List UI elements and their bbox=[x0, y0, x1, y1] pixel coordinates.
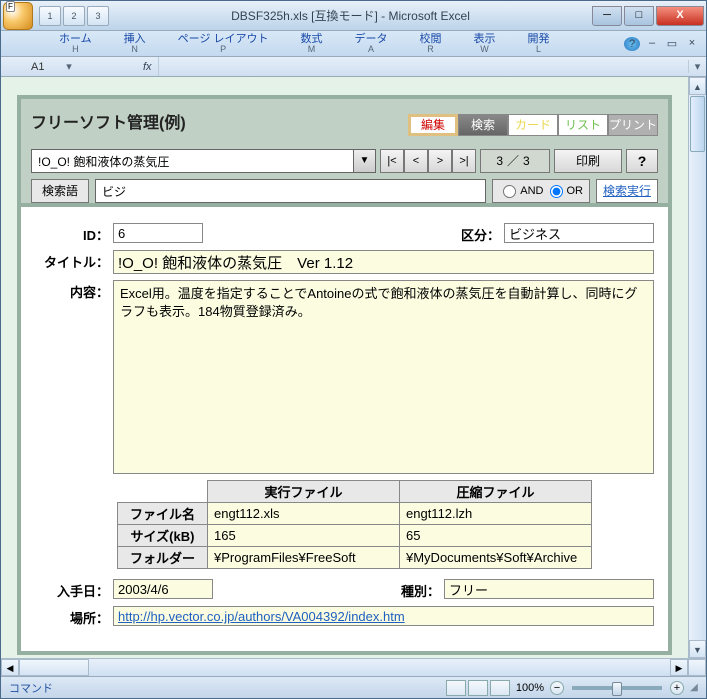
horizontal-scrollbar[interactable]: ◀ ▶ bbox=[1, 658, 706, 676]
mode-card[interactable]: カード bbox=[508, 114, 558, 136]
cell-filename-exec[interactable]: engt112.xls bbox=[208, 503, 400, 525]
search-input[interactable] bbox=[95, 179, 486, 203]
cell-size-zip[interactable]: 65 bbox=[400, 525, 592, 547]
search-exec-button[interactable]: 検索実行 bbox=[596, 179, 658, 203]
nav-next[interactable]: > bbox=[428, 149, 452, 173]
tab-review[interactable]: 校閲R bbox=[412, 32, 450, 56]
cell-folder-exec[interactable]: ¥ProgramFiles¥FreeSoft bbox=[208, 547, 400, 569]
field-kubun[interactable] bbox=[504, 223, 654, 243]
field-content[interactable]: Excel用。温度を指定することでAntoineの式で飽和液体の蒸気圧を自動計算… bbox=[113, 280, 654, 474]
record-counter: 3／3 bbox=[480, 149, 550, 173]
doc-close[interactable]: × bbox=[684, 37, 700, 51]
zoom-out[interactable]: − bbox=[550, 681, 564, 695]
th-exec: 実行ファイル bbox=[208, 481, 400, 503]
field-place[interactable]: http://hp.vector.co.jp/authors/VA004392/… bbox=[113, 606, 654, 626]
panel-help-button[interactable]: ? bbox=[626, 149, 658, 173]
mode-edit[interactable]: 編集 bbox=[408, 114, 458, 136]
tab-pagelayout[interactable]: ページ レイアウトP bbox=[170, 32, 277, 56]
qat-2[interactable]: 2 bbox=[63, 6, 85, 26]
panel-title: フリーソフト管理(例) bbox=[31, 109, 186, 133]
view-pagelayout[interactable] bbox=[468, 680, 488, 696]
vertical-scrollbar[interactable]: ▲ ▼ bbox=[688, 77, 706, 658]
zoom-in[interactable]: + bbox=[670, 681, 684, 695]
scroll-down-icon[interactable]: ▼ bbox=[689, 640, 706, 658]
label-place: 場所 bbox=[35, 606, 113, 627]
label-content: 内容 bbox=[35, 280, 113, 301]
field-date[interactable] bbox=[113, 579, 213, 599]
label-kubun: 区分 bbox=[461, 223, 504, 244]
cell-size-exec[interactable]: 165 bbox=[208, 525, 400, 547]
maximize-button[interactable]: □ bbox=[624, 6, 654, 26]
radio-or[interactable] bbox=[550, 185, 563, 198]
office-orb[interactable] bbox=[3, 2, 33, 30]
zoom-level[interactable]: 100% bbox=[512, 682, 548, 694]
search-label: 検索語 bbox=[31, 179, 89, 203]
formula-expand[interactable]: ▾ bbox=[688, 60, 706, 73]
status-text: コマンド bbox=[1, 680, 61, 696]
name-dropdown[interactable]: ▾ bbox=[61, 60, 77, 73]
field-type[interactable] bbox=[444, 579, 654, 599]
ribbon: ホームH 挿入N ページ レイアウトP 数式M データA 校閲R 表示W 開発L… bbox=[1, 31, 706, 57]
print-button[interactable]: 印刷 bbox=[554, 149, 622, 173]
mode-list[interactable]: リスト bbox=[558, 114, 608, 136]
status-bar: コマンド 100% − + ◢ bbox=[1, 676, 706, 698]
tab-view[interactable]: 表示W bbox=[466, 32, 504, 56]
field-title[interactable] bbox=[113, 250, 654, 274]
qat-1[interactable]: 1 bbox=[39, 6, 61, 26]
tab-insert[interactable]: 挿入N bbox=[116, 32, 154, 56]
nav-first[interactable]: |< bbox=[380, 149, 404, 173]
file-table: 実行ファイル 圧縮ファイル ファイル名 engt112.xls engt112.… bbox=[117, 480, 592, 569]
window-title: DBSF325h.xls [互換モード] - Microsoft Excel bbox=[109, 7, 592, 24]
label-title: タイトル bbox=[35, 250, 113, 271]
panel: フリーソフト管理(例) 編集 検索 カード リスト プリント ▼ |< < bbox=[17, 95, 672, 655]
nav-last[interactable]: >| bbox=[452, 149, 476, 173]
label-date: 入手日 bbox=[35, 579, 113, 600]
ribbon-minimize[interactable]: – bbox=[644, 37, 660, 51]
record-dropdown[interactable] bbox=[31, 149, 354, 173]
fx-icon[interactable]: fx bbox=[143, 61, 152, 73]
resize-grip-icon[interactable]: ◢ bbox=[686, 682, 702, 693]
dropdown-toggle[interactable]: ▼ bbox=[354, 149, 376, 173]
zoom-slider[interactable] bbox=[572, 686, 662, 690]
mode-search[interactable]: 検索 bbox=[458, 114, 508, 136]
formula-input[interactable] bbox=[158, 57, 688, 76]
minimize-button[interactable]: ─ bbox=[592, 6, 622, 26]
tab-dev[interactable]: 開発L bbox=[520, 32, 558, 56]
help-icon[interactable]: ? bbox=[624, 37, 640, 51]
tab-home[interactable]: ホームH bbox=[51, 32, 100, 56]
view-normal[interactable] bbox=[446, 680, 466, 696]
label-id: ID bbox=[35, 223, 113, 244]
scroll-up-icon[interactable]: ▲ bbox=[689, 77, 706, 95]
label-type: 種別 bbox=[401, 579, 444, 600]
th-zip: 圧縮ファイル bbox=[400, 481, 592, 503]
qat-3[interactable]: 3 bbox=[87, 6, 109, 26]
nav-prev[interactable]: < bbox=[404, 149, 428, 173]
scroll-thumb[interactable] bbox=[690, 96, 705, 152]
tab-data[interactable]: データA bbox=[347, 32, 396, 56]
radio-and[interactable] bbox=[503, 185, 516, 198]
formula-bar: A1 ▾ fx ▾ bbox=[1, 57, 706, 77]
field-id[interactable] bbox=[113, 223, 203, 243]
name-box[interactable]: A1 bbox=[1, 61, 61, 73]
cell-filename-zip[interactable]: engt112.lzh bbox=[400, 503, 592, 525]
radio-group: AND OR bbox=[492, 179, 590, 203]
view-pagebreak[interactable] bbox=[490, 680, 510, 696]
mode-print[interactable]: プリント bbox=[608, 114, 658, 136]
doc-restore[interactable]: ▭ bbox=[664, 37, 680, 51]
tab-formula[interactable]: 数式M bbox=[293, 32, 331, 56]
cell-folder-zip[interactable]: ¥MyDocuments¥Soft¥Archive bbox=[400, 547, 592, 569]
titlebar: 1 2 3 DBSF325h.xls [互換モード] - Microsoft E… bbox=[1, 1, 706, 31]
close-button[interactable]: X bbox=[656, 6, 704, 26]
